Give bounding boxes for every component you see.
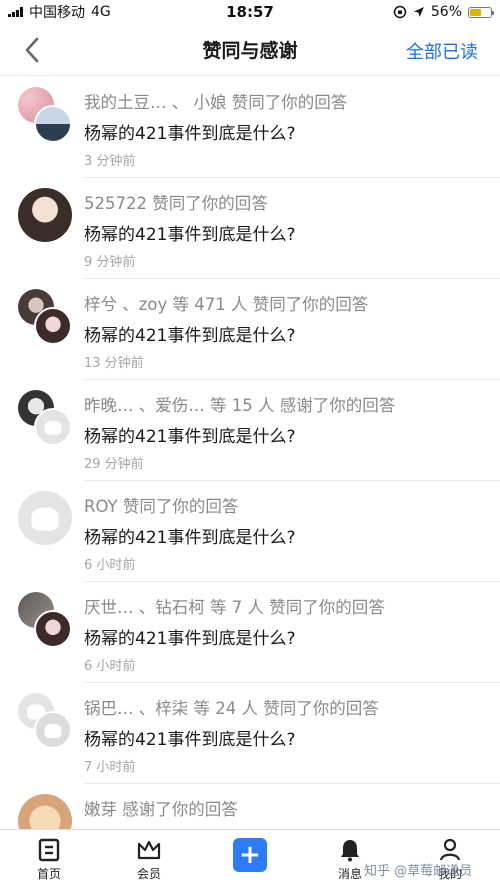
- tab-home[interactable]: 首页: [19, 838, 79, 882]
- avatar-group: [18, 693, 72, 749]
- avatar: [34, 711, 72, 749]
- notification-item[interactable]: ROY 赞同了你的回答 杨幂的421事件到底是什么? 6 小时前: [0, 481, 500, 582]
- network-label: 4G: [91, 4, 111, 20]
- mark-all-read-button[interactable]: 全部已读: [406, 38, 478, 64]
- notification-item[interactable]: 525722 赞同了你的回答 杨幂的421事件到底是什么? 9 分钟前: [0, 178, 500, 279]
- avatar: [34, 610, 72, 648]
- avatar-group: [18, 592, 72, 648]
- battery-percent: 56%: [430, 4, 462, 20]
- notification-list: 我的土豆… 、 小娘 赞同了你的回答 杨幂的421事件到底是什么? 3 分钟前 …: [0, 77, 500, 885]
- carrier-label: 中国移动: [29, 5, 85, 21]
- avatar: [34, 307, 72, 345]
- avatar-group: [18, 188, 72, 242]
- back-arrow-icon: [25, 37, 39, 63]
- notification-time: 29 分钟前: [84, 457, 144, 472]
- page-title: 赞同与感谢: [202, 40, 298, 62]
- notification-time: 3 分钟前: [84, 154, 136, 169]
- notification-item[interactable]: 锅巴… 、梓柒 等 24 人 赞同了你的回答 杨幂的421事件到底是什么? 7 …: [0, 683, 500, 784]
- avatar: [34, 408, 72, 446]
- question-title[interactable]: 杨幂的421事件到底是什么?: [84, 725, 490, 750]
- avatar-group: [18, 390, 72, 446]
- back-button[interactable]: [18, 36, 46, 64]
- avatar: [34, 105, 72, 143]
- crown-icon: [137, 840, 161, 860]
- question-title[interactable]: 杨幂的421事件到底是什么?: [84, 321, 490, 346]
- profile-icon: [439, 838, 461, 861]
- notification-item[interactable]: 我的土豆… 、 小娘 赞同了你的回答 杨幂的421事件到底是什么? 3 分钟前: [0, 77, 500, 178]
- battery-icon: [468, 6, 494, 18]
- notification-time: 7 小时前: [84, 760, 136, 775]
- avatar: [18, 491, 72, 545]
- notification-actors: ROY 赞同了你的回答: [84, 497, 239, 516]
- avatar-group: [18, 87, 72, 143]
- notification-item[interactable]: 厌世… 、钻石柯 等 7 人 赞同了你的回答 杨幂的421事件到底是什么? 6 …: [0, 582, 500, 683]
- rotation-lock-icon: [393, 5, 407, 19]
- avatar: [18, 188, 72, 242]
- status-left: 中国移动 4G: [8, 2, 111, 22]
- notification-item[interactable]: 梓兮 、zoy 等 471 人 赞同了你的回答 杨幂的421事件到底是什么? 1…: [0, 279, 500, 380]
- notification-item[interactable]: 昨晚… 、爱伤… 等 15 人 感谢了你的回答 杨幂的421事件到底是什么? 2…: [0, 380, 500, 481]
- notification-actors: 梓兮 、zoy 等 471 人 赞同了你的回答: [84, 295, 369, 314]
- tab-home-label: 首页: [36, 867, 61, 881]
- tab-messages-label: 消息: [337, 867, 362, 881]
- notification-actors: 昨晚… 、爱伤… 等 15 人 感谢了你的回答: [84, 396, 396, 415]
- nav-bar: 赞同与感谢 全部已读: [0, 24, 500, 76]
- status-bar: 中国移动 4G 18:57 56%: [0, 0, 500, 24]
- tab-member-label: 会员: [136, 867, 161, 881]
- notification-actors: 525722 赞同了你的回答: [84, 194, 268, 213]
- tab-bar: 首页 会员 + 消息 我的 知乎 @草莓邮递员: [0, 829, 500, 888]
- tab-member[interactable]: 会员: [119, 838, 179, 882]
- notification-actors: 锅巴… 、梓柒 等 24 人 赞同了你的回答: [84, 699, 379, 718]
- question-title[interactable]: 杨幂的421事件到底是什么?: [84, 624, 490, 649]
- signal-icon: [8, 7, 23, 17]
- create-button[interactable]: +: [233, 838, 267, 872]
- question-title[interactable]: 杨幂的421事件到底是什么?: [84, 523, 490, 548]
- notification-time: 13 分钟前: [84, 356, 144, 371]
- watermark: 知乎 @草莓邮递员: [364, 864, 473, 879]
- avatar-group: [18, 491, 72, 545]
- avatar-group: [18, 289, 72, 345]
- notification-actors: 嫩芽 感谢了你的回答: [84, 800, 238, 819]
- question-title[interactable]: 杨幂的421事件到底是什么?: [84, 119, 490, 144]
- status-right: 56%: [393, 4, 494, 20]
- notification-time: 9 分钟前: [84, 255, 136, 270]
- notification-actors: 我的土豆… 、 小娘 赞同了你的回答: [84, 93, 348, 112]
- bell-icon: [341, 840, 359, 862]
- question-title[interactable]: 杨幂的421事件到底是什么?: [84, 220, 490, 245]
- home-icon: [38, 838, 60, 862]
- location-icon: [413, 7, 424, 17]
- notification-actors: 厌世… 、钻石柯 等 7 人 赞同了你的回答: [84, 598, 385, 617]
- notification-time: 6 小时前: [84, 558, 136, 573]
- notification-time: 6 小时前: [84, 659, 136, 674]
- question-title[interactable]: 杨幂的421事件到底是什么?: [84, 422, 490, 447]
